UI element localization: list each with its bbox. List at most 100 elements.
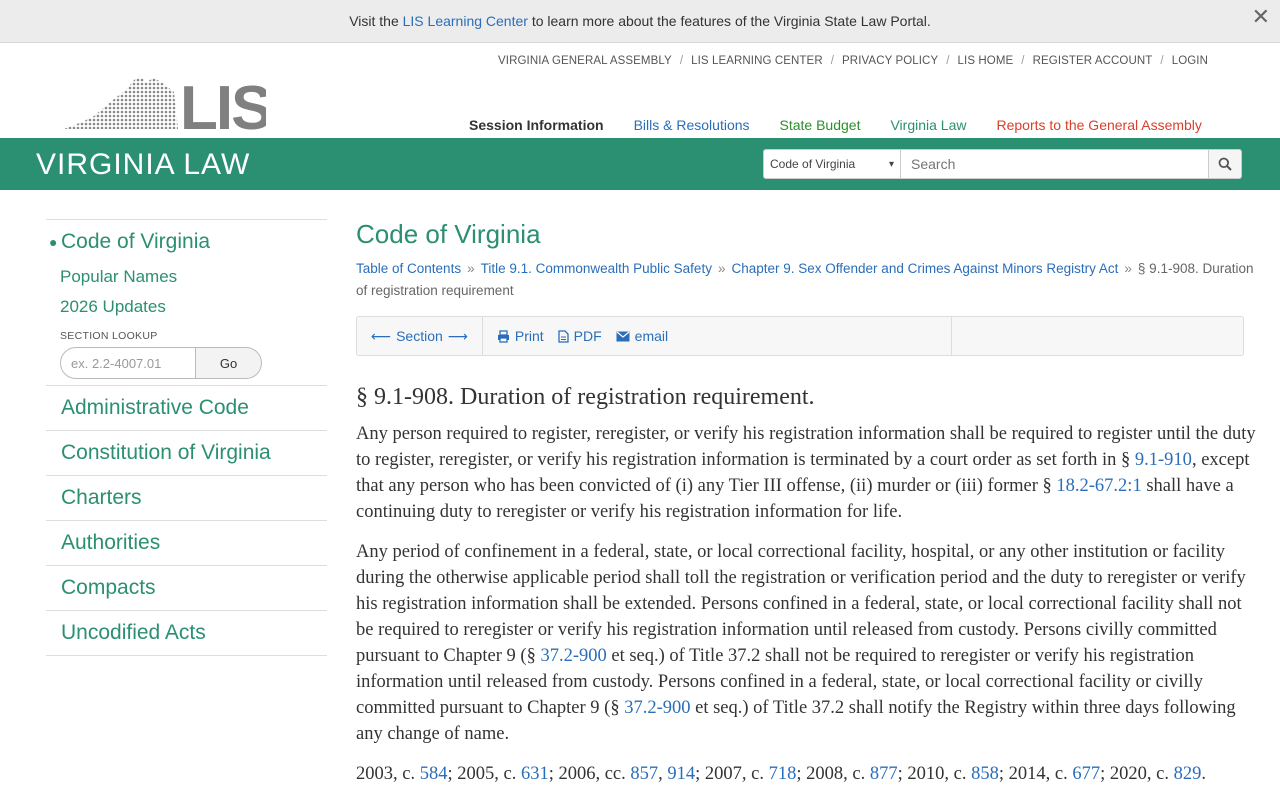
sidebar-active-label: Code of Virginia xyxy=(61,230,211,253)
chapter-link[interactable]: 677 xyxy=(1072,764,1100,784)
breadcrumb-separator: » xyxy=(467,261,475,276)
section-lookup: ex. 2.2-4007.01 Go xyxy=(60,347,327,379)
sidebar-link[interactable]: Charters xyxy=(46,476,327,520)
breadcrumb-toc[interactable]: Table of Contents xyxy=(356,261,461,276)
history-pre: 2003, c. xyxy=(356,764,420,784)
print-button[interactable]: Print xyxy=(497,328,544,344)
nav-lis-home[interactable]: LIS HOME xyxy=(958,55,1014,67)
section-lookup-input[interactable]: ex. 2.2-4007.01 xyxy=(60,347,196,379)
virginia-map-logo: LIS xyxy=(64,74,272,143)
section-lookup-go-button[interactable]: Go xyxy=(196,347,262,379)
banner-prefix: Visit the xyxy=(349,13,403,29)
sidebar-link[interactable]: Authorities xyxy=(46,521,327,565)
sidebar-link[interactable]: Administrative Code xyxy=(46,386,327,430)
sidebar-link[interactable]: Constitution of Virginia xyxy=(46,431,327,475)
nav-virginia-law[interactable]: Virginia Law xyxy=(890,117,966,133)
nav-reports[interactable]: Reports to the General Assembly xyxy=(996,117,1201,133)
statute-link[interactable]: 18.2-67.2:1 xyxy=(1056,476,1141,496)
sidebar-item-2026-updates[interactable]: 2026 Updates xyxy=(60,292,327,322)
sidebar-item-code-of-virginia: ● Code of Virginia Popular Names 2026 Upd… xyxy=(46,219,327,385)
nav-register-account[interactable]: REGISTER ACCOUNT xyxy=(1033,55,1153,67)
chapter-link[interactable]: 631 xyxy=(521,764,549,784)
divider: / xyxy=(1021,55,1025,67)
bullet-icon: ● xyxy=(49,234,58,250)
print-label: Print xyxy=(514,328,544,344)
nav-state-budget[interactable]: State Budget xyxy=(780,117,861,133)
sidebar-sub-list: Popular Names 2026 Updates SECTION LOOKU… xyxy=(46,258,327,385)
main-content: Code of Virginia Table of Contents » Title… xyxy=(356,219,1256,801)
email-button[interactable]: email xyxy=(616,328,668,344)
section-nav-link[interactable]: ⟵ Section ⟶ xyxy=(371,328,468,345)
section-lookup-label: SECTION LOOKUP xyxy=(60,330,158,342)
search-icon xyxy=(1218,157,1232,171)
sidebar-link[interactable]: Uncodified Acts xyxy=(46,611,327,655)
lis-logo[interactable]: LIS xyxy=(64,74,272,143)
history-pre: 2008, c. xyxy=(806,764,870,784)
chapter-link[interactable]: 829 xyxy=(1174,764,1202,784)
chapter-link[interactable]: 914 xyxy=(667,764,695,784)
pdf-button[interactable]: PDF xyxy=(558,328,602,344)
toolbar-empty-cell xyxy=(952,317,1243,355)
search-input[interactable] xyxy=(901,149,1209,179)
nav-session-information[interactable]: Session Information xyxy=(469,117,604,133)
history-pre: 2020, c. xyxy=(1109,764,1174,784)
chapter-link[interactable]: 877 xyxy=(870,764,898,784)
sidebar-link[interactable]: Compacts xyxy=(46,566,327,610)
breadcrumb-separator: » xyxy=(717,261,726,276)
chapter-link[interactable]: 858 xyxy=(971,764,999,784)
nav-learning-center[interactable]: LIS LEARNING CENTER xyxy=(691,55,823,67)
breadcrumb-separator: » xyxy=(1124,261,1132,276)
breadcrumb-title[interactable]: Title 9.1. Commonwealth Public Safety xyxy=(481,261,712,276)
breadcrumb-chapter[interactable]: Chapter 9. Sex Offender and Crimes Again… xyxy=(731,261,1118,276)
statute-link[interactable]: 37.2-900 xyxy=(540,646,606,666)
search-scope-select[interactable]: Code of Virginia ▾ xyxy=(763,149,901,179)
section-heading: § 9.1-908. Duration of registration requ… xyxy=(356,384,815,410)
divider: / xyxy=(679,55,684,67)
learning-center-link[interactable]: LIS Learning Center xyxy=(403,13,528,29)
chapter-link[interactable]: 718 xyxy=(769,764,797,784)
pdf-label: PDF xyxy=(573,328,602,344)
section-banner-title: VIRGINIA LAW xyxy=(36,148,251,181)
pdf-icon xyxy=(558,329,569,343)
banner-suffix: to learn more about the features of the … xyxy=(527,13,931,29)
close-icon[interactable]: ✕ xyxy=(1252,6,1270,28)
divider: / xyxy=(1160,55,1164,67)
page-title: Code of Virginia xyxy=(356,219,541,249)
divider: / xyxy=(946,55,950,67)
search-button[interactable] xyxy=(1209,149,1242,179)
utility-nav: VIRGINIA GENERAL ASSEMBLY / LIS LEARNING C… xyxy=(498,55,1208,67)
section-paragraph-2: Any period of confinement in a federal, … xyxy=(356,539,1256,747)
history-pre: 2014, c. xyxy=(1008,764,1073,784)
statute-link[interactable]: 9.1-910 xyxy=(1135,450,1192,470)
nav-bills-resolutions[interactable]: Bills & Resolutions xyxy=(634,117,750,133)
statute-link[interactable]: 37.2-900 xyxy=(624,698,690,718)
arrow-right-icon: ⟶ xyxy=(447,327,468,344)
para-text: Any person required to register, reregis… xyxy=(356,424,1256,470)
section-paragraph-1: Any person required to register, reregis… xyxy=(356,421,1256,525)
share-actions: Print PDF email xyxy=(483,317,952,355)
section-nav-label: Section xyxy=(396,328,443,344)
chevron-down-icon: ▾ xyxy=(888,158,894,170)
nav-privacy-policy[interactable]: PRIVACY POLICY xyxy=(842,55,938,67)
print-icon xyxy=(497,329,509,343)
divider: / xyxy=(830,55,835,67)
section-toolbar: ⟵ Section ⟶ Print PDF email xyxy=(356,316,1244,356)
search-bar: Code of Virginia ▾ xyxy=(763,149,1242,179)
section-history: 2003, c. 584; 2005, c. 631; 2006, cc. 85… xyxy=(356,764,1206,784)
sidebar-item-uncodified-acts: Uncodified Acts xyxy=(46,610,327,656)
chapter-link[interactable]: 584 xyxy=(420,764,448,784)
logo-text: LIS xyxy=(180,74,266,132)
chapter-link[interactable]: 857 xyxy=(630,764,658,784)
sidebar-item-popular-names[interactable]: Popular Names xyxy=(60,262,327,292)
history-pre: 2010, c. xyxy=(907,764,972,784)
nav-general-assembly[interactable]: VIRGINIA GENERAL ASSEMBLY xyxy=(498,55,672,67)
sidebar-item-compacts: Compacts xyxy=(46,565,327,610)
sidebar-item-constitution: Constitution of Virginia xyxy=(46,430,327,475)
nav-login[interactable]: LOGIN xyxy=(1172,55,1208,67)
main-nav: Session Information Bills & Resolutions St… xyxy=(469,117,1232,133)
envelope-icon xyxy=(616,331,630,341)
history-pre: 2006, cc. xyxy=(558,764,631,784)
info-banner: Visit the LIS Learning Center to learn m… xyxy=(0,0,1280,43)
sidebar-active-link[interactable]: ● Code of Virginia xyxy=(46,220,327,258)
section-nav: ⟵ Section ⟶ xyxy=(357,317,483,355)
